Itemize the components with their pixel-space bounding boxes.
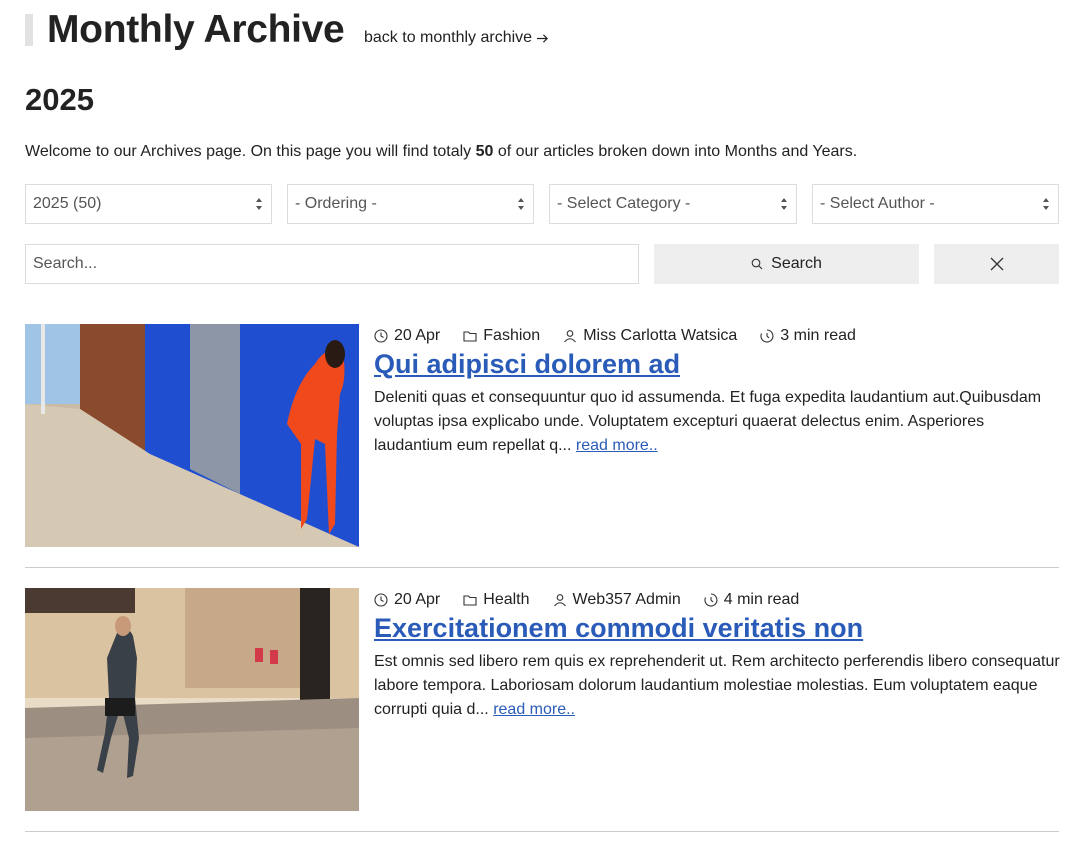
- filter-bar: 2025 (50) - Ordering - - Select Category…: [25, 184, 1059, 224]
- category-select[interactable]: - Select Category -: [549, 184, 797, 224]
- article-excerpt: Deleniti quas et consequuntur quo id ass…: [374, 389, 1042, 454]
- select-arrows-icon: [1043, 198, 1049, 210]
- article-content: 20 Apr Fashion Miss Carlotta Watsica 3 m…: [374, 324, 1060, 458]
- article-divider: [25, 831, 1059, 832]
- fashion-photo: [25, 324, 359, 547]
- intro-text: Welcome to our Archives page. On this pa…: [25, 143, 858, 160]
- year-heading: 2025: [25, 82, 94, 117]
- select-arrows-icon: [518, 198, 524, 210]
- timer-icon: [760, 329, 774, 343]
- article-read-time: 4 min read: [704, 591, 799, 609]
- folder-icon: [463, 595, 477, 606]
- article-category[interactable]: Health: [463, 591, 530, 609]
- article-date: 20 Apr: [374, 327, 440, 345]
- search-input[interactable]: [25, 244, 639, 284]
- read-more-link[interactable]: read more..: [576, 437, 658, 454]
- article-title-link[interactable]: Qui adipisci dolorem ad: [374, 348, 1060, 380]
- article-count: 50: [475, 143, 494, 160]
- user-icon: [553, 594, 566, 607]
- search-button[interactable]: Search: [654, 244, 919, 284]
- article-read-time: 3 min read: [760, 327, 856, 345]
- read-more-link[interactable]: read more..: [493, 701, 575, 718]
- search-row: Search: [25, 244, 1059, 284]
- select-arrows-icon: [781, 198, 787, 210]
- author-select[interactable]: - Select Author -: [812, 184, 1059, 224]
- clock-icon: [374, 593, 388, 607]
- article-title-link[interactable]: Exercitationem commodi veritatis non: [374, 612, 1060, 644]
- article-excerpt: Est omnis sed libero rem quis ex reprehe…: [374, 653, 1060, 718]
- title-accent-bar: [25, 14, 33, 46]
- search-icon: [751, 258, 763, 270]
- arrow-right-icon: [537, 33, 549, 43]
- article-meta: 20 Apr Fashion Miss Carlotta Watsica 3 m…: [374, 324, 1060, 348]
- article-thumbnail[interactable]: [25, 588, 359, 811]
- page-header: Monthly Archive: [25, 8, 345, 52]
- back-link-label: back to monthly archive: [364, 29, 533, 46]
- running-photo: [25, 588, 359, 811]
- select-arrows-icon: [256, 198, 262, 210]
- clock-icon: [374, 329, 388, 343]
- article-date: 20 Apr: [374, 591, 440, 609]
- article-author[interactable]: Web357 Admin: [553, 591, 681, 609]
- article-category[interactable]: Fashion: [463, 327, 540, 345]
- article-meta: 20 Apr Health Web357 Admin 4 min read: [374, 588, 1060, 612]
- folder-icon: [463, 331, 477, 342]
- article-content: 20 Apr Health Web357 Admin 4 min read Ex…: [374, 588, 1060, 722]
- article-divider: [25, 567, 1059, 568]
- back-to-archive-link[interactable]: back to monthly archive: [364, 29, 549, 47]
- ordering-select[interactable]: - Ordering -: [287, 184, 534, 224]
- page-title: Monthly Archive: [47, 8, 345, 51]
- timer-icon: [704, 593, 718, 607]
- clear-search-button[interactable]: [934, 244, 1059, 284]
- user-icon: [564, 330, 577, 343]
- year-select[interactable]: 2025 (50): [25, 184, 272, 224]
- article-thumbnail[interactable]: [25, 324, 359, 547]
- close-icon: [990, 257, 1003, 271]
- article-author[interactable]: Miss Carlotta Watsica: [563, 327, 737, 345]
